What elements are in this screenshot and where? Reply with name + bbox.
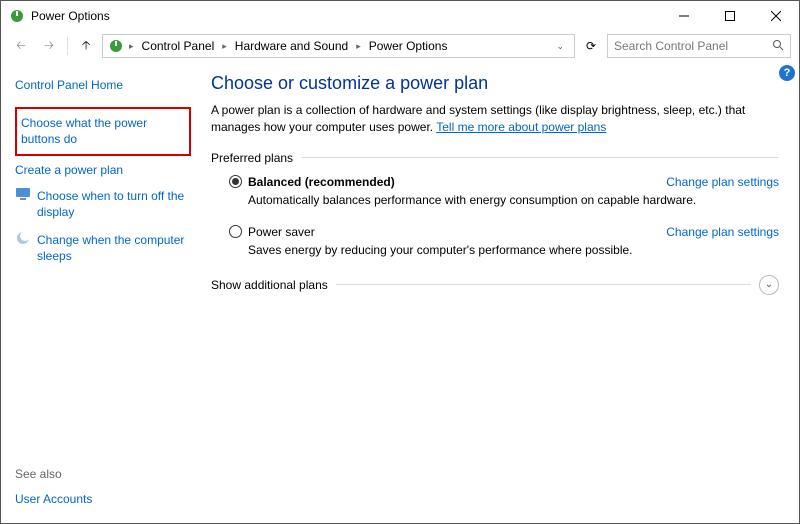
plan-radio-power-saver[interactable] bbox=[229, 225, 242, 238]
plan-description: Saves energy by reducing your computer's… bbox=[248, 243, 779, 257]
plan-balanced: Balanced (recommended) Change plan setti… bbox=[229, 175, 779, 207]
sidebar-link-create-plan[interactable]: Create a power plan bbox=[15, 158, 191, 182]
see-also-label: See also bbox=[15, 467, 191, 487]
forward-button[interactable]: 🡢 bbox=[37, 34, 61, 58]
learn-more-link[interactable]: Tell me more about power plans bbox=[436, 120, 606, 134]
crumb-hardware-sound[interactable]: Hardware and Sound bbox=[231, 39, 352, 53]
change-plan-settings-link[interactable]: Change plan settings bbox=[666, 175, 779, 189]
power-options-icon bbox=[107, 37, 125, 55]
preferred-plans-label: Preferred plans bbox=[211, 151, 779, 165]
breadcrumb-dropdown[interactable]: ⌄ bbox=[550, 41, 570, 52]
search-input[interactable]: Search Control Panel bbox=[607, 34, 791, 58]
sidebar-link-power-buttons[interactable]: Choose what the power buttons do bbox=[21, 111, 185, 151]
change-plan-settings-link[interactable]: Change plan settings bbox=[666, 225, 779, 239]
window-title: Power Options bbox=[31, 9, 661, 23]
plan-name: Balanced (recommended) bbox=[248, 175, 395, 189]
breadcrumb[interactable]: ▸ Control Panel ▸ Hardware and Sound ▸ P… bbox=[102, 34, 575, 58]
toolbar: 🡠 🡢 🡡 ▸ Control Panel ▸ Hardware and Sou… bbox=[1, 31, 799, 61]
plan-description: Automatically balances performance with … bbox=[248, 193, 779, 207]
plan-power-saver: Power saver Change plan settings Saves e… bbox=[229, 225, 779, 257]
refresh-button[interactable]: ⟳ bbox=[579, 34, 603, 58]
expand-chevron-icon[interactable]: ⌄ bbox=[759, 275, 779, 295]
search-icon bbox=[772, 39, 784, 54]
highlight-annotation: Choose what the power buttons do bbox=[15, 107, 191, 155]
page-description: A power plan is a collection of hardware… bbox=[211, 102, 779, 137]
page-heading: Choose or customize a power plan bbox=[211, 73, 779, 94]
plan-radio-balanced[interactable] bbox=[229, 175, 242, 188]
crumb-control-panel[interactable]: Control Panel bbox=[138, 39, 219, 53]
crumb-power-options[interactable]: Power Options bbox=[365, 39, 452, 53]
title-bar: Power Options bbox=[1, 1, 799, 31]
monitor-icon bbox=[15, 186, 31, 202]
chevron-right-icon[interactable]: ▸ bbox=[354, 41, 363, 52]
plan-name: Power saver bbox=[248, 225, 315, 239]
chevron-right-icon[interactable]: ▸ bbox=[220, 41, 229, 52]
chevron-right-icon[interactable]: ▸ bbox=[127, 41, 136, 52]
main-content: ? Choose or customize a power plan A pow… bbox=[201, 61, 799, 523]
separator bbox=[67, 37, 68, 55]
help-icon[interactable]: ? bbox=[779, 65, 795, 81]
maximize-button[interactable] bbox=[707, 1, 753, 31]
show-additional-plans-row[interactable]: Show additional plans ⌄ bbox=[211, 275, 779, 295]
show-additional-label: Show additional plans bbox=[211, 278, 328, 292]
search-placeholder: Search Control Panel bbox=[614, 39, 728, 53]
sidebar-link-computer-sleeps[interactable]: Change when the computer sleeps bbox=[37, 228, 191, 268]
close-button[interactable] bbox=[753, 1, 799, 31]
up-button[interactable]: 🡡 bbox=[74, 34, 98, 58]
back-button[interactable]: 🡠 bbox=[9, 34, 33, 58]
minimize-button[interactable] bbox=[661, 1, 707, 31]
moon-icon bbox=[15, 230, 31, 246]
sidebar-link-turn-off-display[interactable]: Choose when to turn off the display bbox=[37, 184, 191, 224]
power-options-icon bbox=[9, 8, 25, 24]
sidebar: Control Panel Home Choose what the power… bbox=[1, 61, 201, 523]
see-also-user-accounts[interactable]: User Accounts bbox=[15, 487, 191, 511]
control-panel-home-link[interactable]: Control Panel Home bbox=[15, 73, 191, 97]
